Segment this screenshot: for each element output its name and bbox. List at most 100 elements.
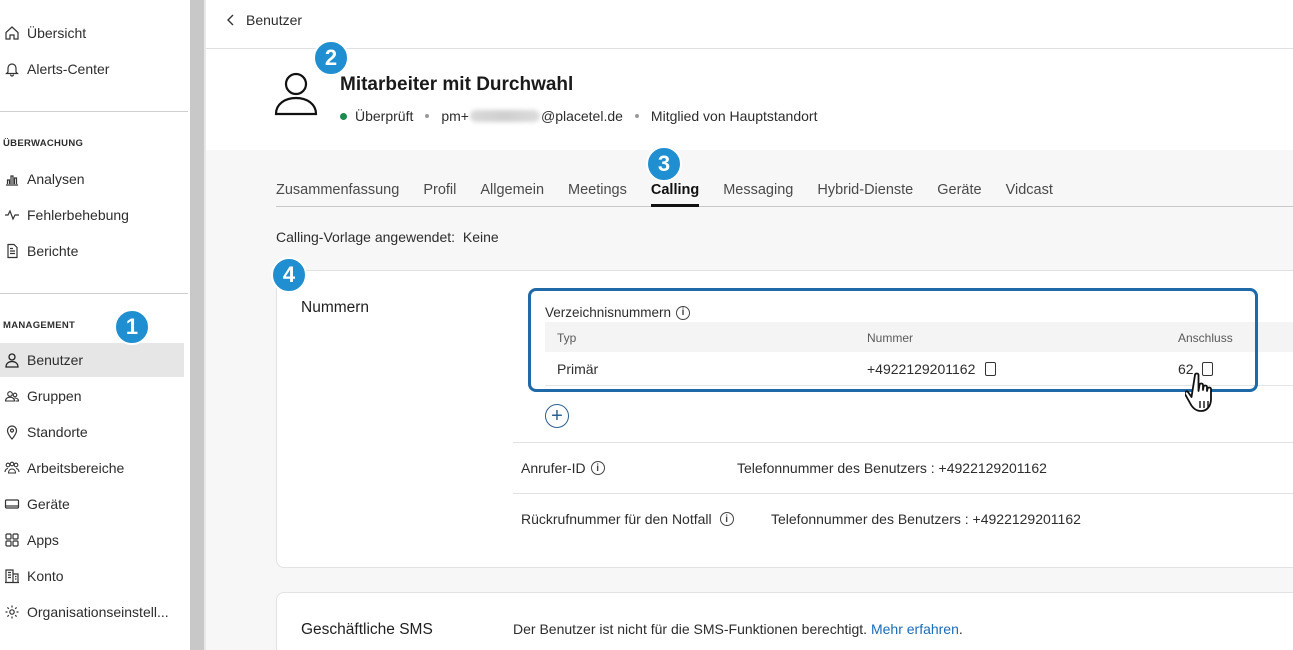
- tab-meetings[interactable]: Meetings: [568, 182, 627, 207]
- email-domain: @placetel.de: [540, 108, 623, 124]
- sidebar-divider: [0, 293, 188, 294]
- numbers-title: Nummern: [301, 299, 370, 316]
- sidebar-scrollbar[interactable]: [190, 0, 204, 650]
- sms-text-group: Der Benutzer ist nicht für die SMS-Funkt…: [513, 621, 963, 637]
- sidebar-item-label: Fehlerbehebung: [27, 207, 129, 223]
- learn-more-link[interactable]: Mehr erfahren: [871, 621, 959, 637]
- sidebar-item-label: Apps: [27, 532, 59, 548]
- email-redacted: [469, 110, 540, 122]
- back-link[interactable]: Benutzer: [224, 12, 302, 28]
- callback-label: Rückrufnummer für den Notfall: [521, 511, 712, 527]
- sidebar-item-label: Arbeitsbereiche: [27, 460, 125, 476]
- status-dot: [340, 112, 347, 120]
- caller-id-label-group: Anrufer-ID i: [521, 460, 605, 476]
- sidebar-item-overview[interactable]: Übersicht: [0, 16, 184, 50]
- sidebar-item-locations[interactable]: Standorte: [0, 415, 184, 449]
- gear-icon: [3, 603, 21, 621]
- calling-template-label: Calling-Vorlage angewendet:: [276, 229, 456, 245]
- sidebar-item-org-settings[interactable]: Organisationseinstell...: [0, 595, 184, 629]
- location-icon: [3, 423, 21, 441]
- sidebar-item-label: Berichte: [27, 243, 79, 259]
- callback-label-group: Rückrufnummer für den Notfall i: [521, 511, 734, 527]
- step-badge-1: 1: [114, 309, 150, 345]
- highlight-box: [528, 288, 1258, 392]
- tab-devices[interactable]: Geräte: [937, 182, 981, 207]
- sidebar-item-groups[interactable]: Gruppen: [0, 379, 184, 413]
- user-header: Benutzer Mitarbeiter mit Durchwahl Überp…: [206, 0, 1293, 150]
- sidebar-item-reports[interactable]: Berichte: [0, 234, 184, 268]
- tab-calling[interactable]: Calling: [650, 182, 700, 207]
- back-link-label: Benutzer: [246, 12, 303, 28]
- main-content: Benutzer Mitarbeiter mit Durchwahl Überp…: [206, 0, 1293, 650]
- home-icon: [3, 24, 21, 42]
- sms-card: Geschäftliche SMS Der Benutzer ist nicht…: [276, 592, 1293, 650]
- bell-icon: [3, 60, 21, 78]
- sidebar-item-label: Standorte: [27, 424, 88, 440]
- add-number-button[interactable]: +: [545, 404, 569, 428]
- tab-hybrid-services[interactable]: Hybrid-Dienste: [817, 182, 913, 207]
- tab-profile[interactable]: Profil: [423, 182, 456, 207]
- calling-template-value: Keine: [462, 229, 499, 245]
- sidebar-item-troubleshooting[interactable]: Fehlerbehebung: [0, 198, 184, 232]
- sidebar-item-devices[interactable]: Geräte: [0, 487, 184, 521]
- info-icon[interactable]: i: [590, 461, 605, 475]
- section-label-monitoring: ÜBERWACHUNG: [3, 138, 84, 149]
- device-icon: [3, 495, 21, 513]
- user-name: Mitarbeiter mit Durchwahl: [340, 74, 574, 95]
- sms-title: Geschäftliche SMS: [301, 621, 433, 638]
- row-divider: [513, 493, 1293, 494]
- apps-icon: [3, 531, 21, 549]
- document-icon: [3, 242, 21, 260]
- sms-trailing: .: [958, 621, 963, 637]
- sidebar-divider: [0, 111, 188, 112]
- email-prefix: pm+: [441, 108, 469, 124]
- sidebar-item-account[interactable]: Konto: [0, 559, 184, 593]
- sidebar-item-label: Konto: [27, 568, 64, 584]
- chart-icon: [3, 170, 21, 188]
- workspace-icon: [3, 459, 21, 477]
- user-meta: Überprüft pm+ @placetel.de Mitglied von …: [340, 108, 817, 124]
- sidebar-item-label: Alerts-Center: [27, 61, 110, 77]
- callback-value: Telefonnummer des Benutzers : +492212920…: [771, 511, 1081, 527]
- status-text: Überprüft: [355, 108, 414, 124]
- hand-pointer-icon: [1185, 372, 1212, 412]
- sidebar-item-analytics[interactable]: Analysen: [0, 162, 184, 196]
- separator-dot: [634, 114, 639, 118]
- row-divider: [513, 442, 1293, 443]
- calling-template-info: Calling-Vorlage angewendet: Keine: [276, 229, 499, 245]
- section-label-management: MANAGEMENT: [3, 320, 76, 331]
- sidebar: Übersicht Alerts-Center ÜBERWACHUNG Anal…: [0, 0, 190, 650]
- sidebar-item-label: Analysen: [27, 171, 85, 187]
- sidebar-item-workspaces[interactable]: Arbeitsbereiche: [0, 451, 184, 485]
- sidebar-item-label: Gruppen: [27, 388, 82, 404]
- user-avatar-icon: [274, 72, 318, 116]
- tab-vidcast[interactable]: Vidcast: [1006, 182, 1053, 207]
- sidebar-item-alerts-center[interactable]: Alerts-Center: [0, 52, 184, 86]
- step-badge-2: 2: [313, 40, 349, 76]
- sidebar-item-apps[interactable]: Apps: [0, 523, 184, 557]
- tab-summary[interactable]: Zusammenfassung: [276, 182, 399, 207]
- header-divider: [206, 48, 1293, 49]
- pulse-icon: [3, 206, 21, 224]
- separator-dot: [425, 114, 430, 118]
- user-icon: [3, 351, 21, 369]
- sidebar-item-label: Geräte: [27, 496, 70, 512]
- tab-messaging[interactable]: Messaging: [723, 182, 793, 207]
- sidebar-item-label: Organisationseinstell...: [27, 604, 169, 620]
- chevron-left-icon: [227, 14, 234, 26]
- step-badge-3: 3: [646, 146, 682, 182]
- tab-general[interactable]: Allgemein: [480, 182, 544, 207]
- info-icon[interactable]: i: [719, 512, 734, 526]
- building-icon: [3, 567, 21, 585]
- membership-text: Mitglied von Hauptstandort: [650, 108, 818, 124]
- numbers-card: Nummern Verzeichnisnummern i Typ Nummer …: [276, 270, 1293, 568]
- group-icon: [3, 387, 21, 405]
- tab-bar: Zusammenfassung Profil Allgemein Meeting…: [276, 182, 1293, 207]
- caller-id-value: Telefonnummer des Benutzers : +492212920…: [737, 460, 1047, 476]
- sidebar-item-label: Übersicht: [27, 25, 87, 41]
- step-badge-4: 4: [271, 257, 307, 293]
- caller-id-label: Anrufer-ID: [521, 460, 586, 476]
- sms-text: Der Benutzer ist nicht für die SMS-Funkt…: [513, 621, 868, 637]
- sidebar-item-label: Benutzer: [27, 352, 84, 368]
- sidebar-item-users[interactable]: Benutzer: [0, 343, 184, 377]
